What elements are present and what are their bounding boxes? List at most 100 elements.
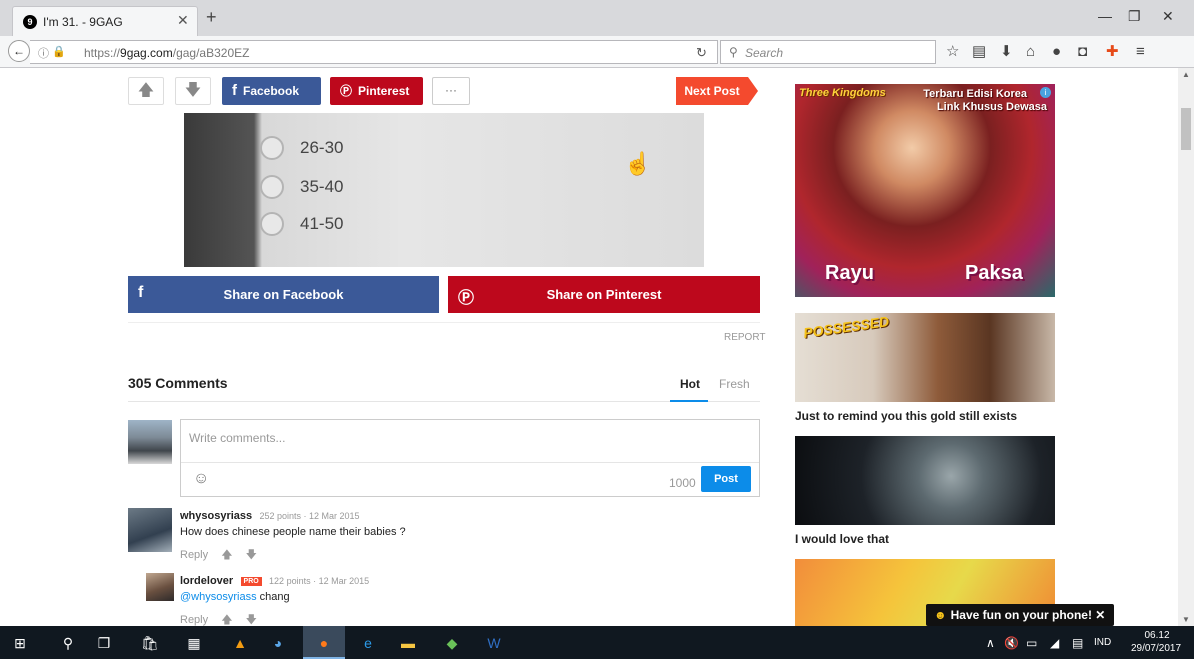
minimize-icon[interactable]: — [1098,8,1112,24]
tab-hot[interactable]: Hot [680,377,700,391]
emoji-icon[interactable]: ☺ [193,470,209,488]
9gag-icon: 9 [23,15,37,29]
photos-icon[interactable]: ▦ [184,633,204,653]
search-bar[interactable]: ⚲ Search [720,40,936,64]
tab-fresh[interactable]: Fresh [719,377,750,391]
task-view-icon[interactable]: ❐ [94,633,114,653]
bookmark-star-icon[interactable]: ☆ [946,44,959,60]
sidebar-ad[interactable]: Three Kingdoms Terbaru Edisi Korea Link … [795,84,1055,297]
share-on-facebook-button[interactable]: f Share on Facebook [128,276,439,313]
facebook-share-button[interactable]: f Facebook [222,77,321,105]
ad-logo: Three Kingdoms [799,87,886,99]
vlc-icon[interactable]: ▲ [230,633,250,653]
back-button[interactable]: ← [8,40,30,62]
reload-icon[interactable]: ↻ [696,45,707,61]
next-post-button[interactable]: Next Post [676,77,748,105]
close-tab-icon[interactable]: ✕ [177,12,189,29]
file-explorer-icon[interactable]: ▬ [398,633,418,653]
download-icon[interactable]: ⬇ [1000,44,1013,60]
ad-info-icon[interactable]: i [1040,87,1051,98]
store-icon[interactable]: 🛍 [140,633,160,653]
firefox-icon[interactable]: ● [314,633,334,653]
url-text[interactable]: https://9gag.com/gag/aB320EZ [84,46,249,60]
share-on-pinterest-button[interactable]: Ⓟ Share on Pinterest [448,276,760,313]
windows-taskbar: ⊞ ⚲ ❐ 🛍 ▦ ▲ ◕ ● e ▬ ◆ W ∧ 🔇 ▭ ◢ ▤ IND 06… [0,626,1194,659]
comment-username[interactable]: lordelover [180,575,233,587]
web-page: 🡅 🡇 f Facebook Ⓟ Pinterest ··· Next Post 2… [0,68,1178,626]
volume-mute-icon[interactable]: 🔇 [1004,636,1019,650]
search-icon: ⚲ [729,45,738,59]
scroll-up-icon[interactable]: ▲ [1182,70,1190,79]
radio-circle [260,175,284,199]
comment-upvote-icon[interactable]: 🡅 [221,549,232,561]
avatar[interactable] [128,508,172,552]
window-close-icon[interactable]: ✕ [1162,8,1174,25]
browser-tab-bar: 9 I'm 31. - 9GAG ✕ + — ❐ ✕ [0,0,1194,36]
restore-icon[interactable]: ❐ [1128,8,1141,25]
comment-downvote-icon[interactable]: 🡇 [246,549,257,561]
app-icon[interactable]: ◕ [268,633,288,653]
mention-link[interactable]: @whysosyriass [180,591,257,603]
network-icon[interactable]: ◢ [1050,636,1059,650]
sidebar-post-thumbnail[interactable] [795,436,1055,525]
divider [128,401,760,402]
comment-downvote-icon[interactable]: 🡇 [246,614,257,626]
insecure-lock-icon[interactable]: 🔒 [52,45,66,58]
language-indicator[interactable]: IND [1094,637,1111,648]
promo-toast[interactable]: ☻ Have fun on your phone! ✕ [926,604,1114,626]
url-bar[interactable]: ⓘ 🔒 https://9gag.com/gag/aB320EZ ↻ [30,40,718,64]
pocket-icon[interactable]: ◘ [1078,44,1087,60]
windows-start-icon[interactable]: ⊞ [10,633,30,653]
char-count: 1000 [669,476,696,490]
edge-icon[interactable]: e [358,633,378,653]
browser-tab[interactable]: 9 I'm 31. - 9GAG ✕ [12,6,198,36]
pinterest-share-button[interactable]: Ⓟ Pinterest [330,77,423,105]
ad-headline: Link Khusus Dewasa [936,101,1047,113]
sidebar-post-thumbnail[interactable]: POSSESSED [795,313,1055,402]
tray-chevron-icon[interactable]: ∧ [986,636,995,650]
ad-label: Paksa [965,262,1023,284]
scrollbar-thumb[interactable] [1181,108,1191,150]
reading-list-icon[interactable]: ▤ [972,44,986,60]
comment-upvote-icon[interactable]: 🡅 [221,614,232,626]
reply-button[interactable]: Reply [180,549,208,561]
info-icon[interactable]: ⓘ [38,45,49,61]
app-icon[interactable]: ◆ [442,633,462,653]
report-link[interactable]: REPORT [724,332,766,343]
sidebar-post-title[interactable]: I would love that [795,532,889,546]
clock-time[interactable]: 06.12 [1132,630,1182,641]
chat-icon[interactable]: ● [1052,44,1061,60]
search-icon[interactable]: ⚲ [58,633,78,653]
post-image[interactable]: 26-30 35-40 41-50 ☝ [184,113,704,267]
browser-toolbar: ← ⓘ 🔒 https://9gag.com/gag/aB320EZ ↻ ⚲ S… [0,36,1194,68]
home-icon[interactable]: ⌂ [1026,44,1035,60]
image-option-3: 41-50 [260,206,560,242]
extension-icon[interactable]: ✚ [1106,44,1119,60]
comment-username[interactable]: whysosyriass [180,510,252,522]
avatar[interactable] [146,573,174,601]
downvote-button[interactable]: 🡇 [175,77,211,105]
smile-icon: ☻ [934,608,947,622]
menu-icon[interactable]: ≡ [1136,44,1145,60]
comment-input[interactable] [189,428,749,448]
battery-icon[interactable]: ▭ [1026,636,1037,650]
more-button[interactable]: ··· [432,77,470,105]
image-option-2: 35-40 [260,169,560,205]
hand-cursor-icon: ☝ [624,151,652,176]
clock-date[interactable]: 29/07/2017 [1126,643,1186,654]
post-comment-button[interactable]: Post [701,466,751,492]
scroll-down-icon[interactable]: ▼ [1182,615,1190,624]
avatar [128,420,172,464]
comment-meta: 252 points · 12 Mar 2015 [259,511,360,521]
next-post-arrow[interactable] [748,77,758,105]
notifications-icon[interactable]: ▤ [1072,636,1083,650]
reply-button[interactable]: Reply [180,614,208,626]
comment-box: ☺ 1000 Post [180,419,760,497]
vertical-scrollbar[interactable]: ▲ ▼ [1178,68,1194,626]
divider [128,322,760,323]
sidebar-post-title[interactable]: Just to remind you this gold still exist… [795,409,1017,423]
word-icon[interactable]: W [484,633,504,653]
upvote-button[interactable]: 🡅 [128,77,164,105]
ad-label: Rayu [825,262,874,284]
new-tab-icon[interactable]: + [206,8,217,26]
